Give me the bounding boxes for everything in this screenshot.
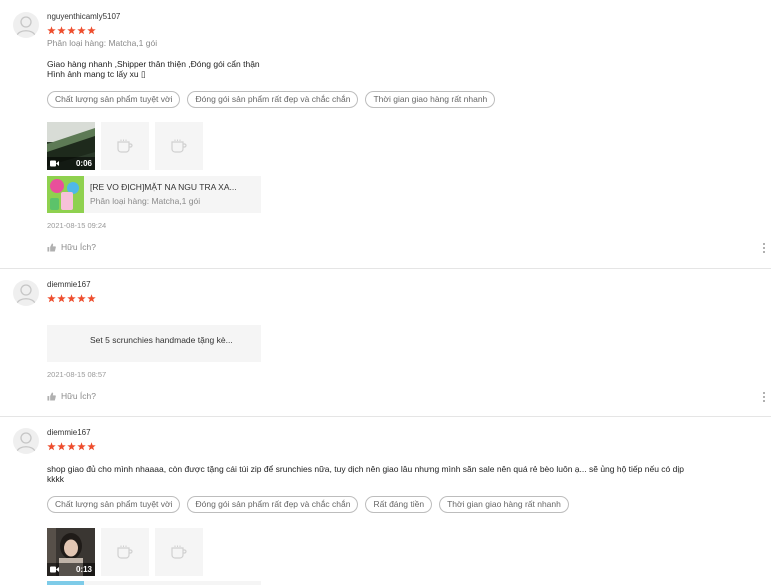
user-avatar-icon	[16, 432, 36, 453]
star-icon	[47, 26, 56, 35]
star-icon	[57, 294, 66, 303]
review-content-line: shop giao đủ cho mình nhaaaa, còn được t…	[47, 464, 684, 474]
star-icon	[67, 294, 76, 303]
more-options-icon[interactable]	[763, 392, 767, 402]
review-item: diemmie167 Set 5 scrunchies handmade tặn…	[0, 269, 771, 416]
review-tag[interactable]: Thời gian giao hàng rất nhanh	[439, 496, 569, 513]
thumbs-up-icon	[47, 242, 56, 252]
review-tags: Chất lượng sản phẩm tuyệt vời Đóng gói s…	[47, 91, 496, 108]
image-placeholder-icon	[171, 545, 187, 559]
reviewer-username[interactable]: diemmie167	[47, 428, 91, 437]
review-content: shop giao đủ cho mình nhaaaa, còn được t…	[47, 464, 757, 484]
video-camera-icon	[50, 160, 59, 167]
video-duration-bar: 0:06	[47, 157, 95, 170]
star-icon	[77, 442, 86, 451]
reviewer-username[interactable]: nguyenthicamly5107	[47, 12, 120, 21]
star-rating	[47, 442, 96, 452]
review-image-thumbnail[interactable]	[155, 122, 203, 170]
review-content: Giao hàng nhanh ,Shipper thân thiện ,Đón…	[47, 59, 757, 79]
star-rating	[47, 294, 96, 304]
review-tag[interactable]: Thời gian giao hàng rất nhanh	[365, 91, 496, 108]
video-duration: 0:06	[75, 159, 92, 168]
review-tags: Chất lượng sản phẩm tuyệt vời Đóng gói s…	[47, 496, 569, 513]
star-icon	[67, 26, 76, 35]
star-icon	[87, 294, 96, 303]
review-media: 0:06	[47, 122, 203, 170]
review-tag[interactable]: Đóng gói sản phẩm rất đẹp và chắc chắn	[187, 91, 359, 108]
review-media: 0:13	[47, 528, 203, 576]
star-icon	[57, 26, 66, 35]
product-photo-image	[47, 176, 84, 213]
review-image-thumbnail[interactable]	[101, 122, 149, 170]
more-options-icon[interactable]	[763, 243, 767, 253]
star-icon	[47, 442, 56, 451]
review-item: diemmie167 shop giao đủ cho mình nhaaaa,…	[0, 417, 771, 585]
helpful-label: Hữu Ích?	[61, 391, 96, 401]
review-tag[interactable]: Chất lượng sản phẩm tuyệt vời	[47, 496, 181, 513]
review-tag[interactable]: Rất đáng tiền	[365, 496, 433, 513]
review-tag[interactable]: Đóng gói sản phẩm rất đẹp và chắc chắn	[187, 496, 359, 513]
avatar[interactable]	[13, 428, 39, 454]
product-name: [RE VO ĐỊCH]MẶT NA NGU TRA XA...	[90, 182, 237, 192]
user-avatar-icon	[16, 284, 36, 305]
thumbs-up-icon	[47, 391, 56, 401]
image-placeholder-icon	[117, 545, 133, 559]
star-icon	[57, 442, 66, 451]
product-image	[47, 176, 84, 213]
avatar[interactable]	[13, 12, 39, 38]
review-video-thumbnail[interactable]: 0:06	[47, 122, 95, 170]
image-placeholder-icon	[117, 139, 133, 153]
review-image-thumbnail[interactable]	[101, 528, 149, 576]
product-variation: Phân loại hàng: Matcha,1 gói	[90, 196, 201, 206]
star-icon	[67, 442, 76, 451]
star-icon	[87, 26, 96, 35]
helpful-button[interactable]: Hữu Ích?	[47, 391, 96, 401]
avatar[interactable]	[13, 280, 39, 306]
review-content-line: kkkk	[47, 474, 64, 484]
image-placeholder-icon	[171, 139, 187, 153]
review-tag[interactable]: Chất lượng sản phẩm tuyệt vời	[47, 91, 181, 108]
video-duration: 0:13	[75, 565, 92, 574]
review-content-line: Giao hàng nhanh ,Shipper thân thiện ,Đón…	[47, 59, 260, 69]
video-duration-bar: 0:13	[47, 563, 95, 576]
star-icon	[87, 442, 96, 451]
video-camera-icon	[50, 566, 59, 573]
user-avatar-icon	[16, 16, 36, 37]
star-icon	[77, 26, 86, 35]
star-icon	[77, 294, 86, 303]
product-image	[47, 581, 84, 585]
review-image-thumbnail[interactable]	[155, 528, 203, 576]
review-timestamp: 2021-08-15 08:57	[47, 370, 107, 379]
star-icon	[47, 294, 56, 303]
product-name: Set 5 scrunchies handmade tặng kè...	[90, 335, 233, 345]
review-variation: Phân loại hàng: Matcha,1 gói	[47, 38, 158, 48]
helpful-button[interactable]: Hữu Ích?	[47, 242, 96, 252]
star-rating	[47, 26, 96, 36]
product-card[interactable]: Set 5 scrunchies handmade tặng kè...	[47, 325, 261, 362]
product-card[interactable]: [RE VO ĐỊCH]MẶT NA NGU TRA XA... Phân lo…	[47, 176, 261, 213]
review-content-line: Hình ảnh mang tc lấy xu ▯	[47, 69, 146, 79]
helpful-label: Hữu Ích?	[61, 242, 96, 252]
review-timestamp: 2021-08-15 09:24	[47, 221, 107, 230]
review-video-thumbnail[interactable]: 0:13	[47, 528, 95, 576]
reviewer-username[interactable]: diemmie167	[47, 280, 91, 289]
review-item: nguyenthicamly5107 Phân loại hàng: Match…	[0, 0, 771, 268]
product-card[interactable]	[47, 581, 261, 585]
